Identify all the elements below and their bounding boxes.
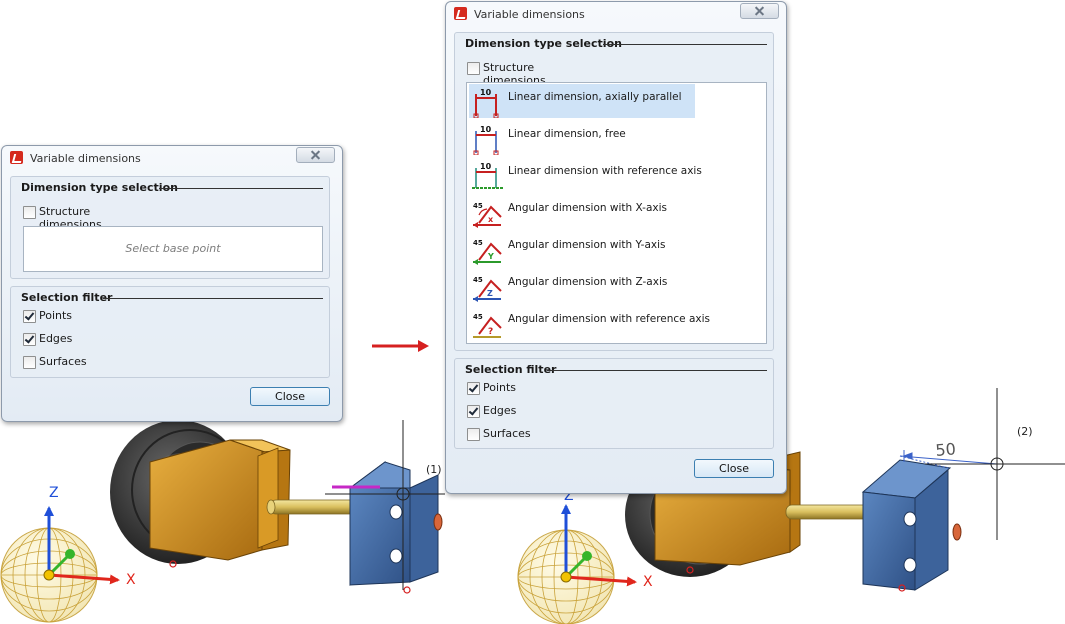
checkbox-label: Edges — [483, 404, 517, 417]
svg-text:10: 10 — [480, 162, 492, 171]
list-item-angular-z-axis[interactable]: 45 Z Angular dimension with Z-axis — [469, 269, 695, 303]
base-point-prompt-box[interactable]: Select base point — [23, 226, 323, 272]
svg-text:45: 45 — [473, 276, 483, 284]
list-item-linear-free[interactable]: 10 Linear dimension, free — [469, 121, 695, 155]
list-item-label: Angular dimension with X-axis — [508, 202, 668, 214]
list-item-angular-reference-axis[interactable]: 45 ? Angular dimension with reference ax… — [469, 306, 710, 340]
mounting-bracket[interactable] — [861, 459, 962, 591]
svg-text:45: 45 — [473, 239, 483, 247]
checkbox-box[interactable] — [23, 333, 36, 346]
checkbox-label: Surfaces — [39, 355, 87, 368]
linear-free-icon: 10 — [473, 125, 499, 155]
close-button[interactable]: Close — [250, 387, 330, 406]
selection-filter-section: Selection filter Points Edges Surfaces — [454, 358, 774, 449]
svg-text:Z: Z — [487, 289, 493, 298]
checkbox-box[interactable] — [23, 356, 36, 369]
svg-text:Y: Y — [487, 252, 494, 261]
section-title: Selection filter — [21, 291, 113, 304]
svg-text:?: ? — [488, 327, 493, 337]
section-divider — [547, 370, 767, 371]
section-title: Selection filter — [465, 363, 557, 376]
section-divider — [159, 188, 323, 189]
list-item-label: Linear dimension, axially parallel — [508, 91, 682, 103]
section-divider — [603, 44, 767, 45]
angular-reference-axis-icon: 45 ? — [473, 313, 502, 338]
svg-text:x: x — [488, 215, 494, 224]
svg-text:10: 10 — [480, 88, 492, 97]
close-button[interactable]: Close — [694, 459, 774, 478]
section-title: Dimension type selection — [21, 181, 178, 194]
list-item-angular-y-axis[interactable]: 45 Y Angular dimension with Y-axis — [469, 232, 695, 266]
checkbox-label: Points — [483, 381, 517, 394]
angular-x-axis-icon: 45 x — [473, 202, 502, 228]
section-divider — [103, 298, 323, 299]
dimension-type-list[interactable]: 10 Linear dimension, axially parallel 10… — [466, 82, 767, 344]
x-axis-label: X — [126, 572, 136, 588]
section-title: Dimension type selection — [465, 37, 622, 50]
axle-shaft — [785, 504, 871, 520]
checkbox-box[interactable] — [467, 382, 480, 395]
list-item-linear-axially-parallel[interactable]: 10 Linear dimension, axially parallel — [469, 84, 695, 118]
x-axis-label: X — [643, 574, 653, 590]
app-logo-icon — [10, 151, 23, 164]
list-item-label: Angular dimension with Z-axis — [508, 276, 668, 288]
fork-housing — [149, 439, 291, 561]
checkbox-box[interactable] — [467, 405, 480, 418]
callout-2: (2) — [1017, 425, 1033, 438]
wheel-assembly-left[interactable]: (1) — [110, 420, 445, 594]
svg-text:10: 10 — [480, 125, 492, 134]
dialog-title: Variable dimensions — [474, 8, 585, 21]
mounting-bracket[interactable] — [332, 461, 443, 586]
linear-axially-parallel-icon: 10 — [473, 88, 499, 118]
svg-text:45: 45 — [473, 313, 483, 321]
checkbox-box[interactable] — [467, 428, 480, 441]
list-item-label: Angular dimension with Y-axis — [508, 239, 666, 251]
angular-y-axis-icon: 45 Y — [473, 239, 502, 265]
svg-text:45: 45 — [473, 202, 483, 210]
variable-dimensions-dialog-small: Variable dimensions Dimension type selec… — [1, 145, 343, 422]
base-point-prompt: Select base point — [125, 242, 221, 255]
checkbox-box[interactable] — [23, 310, 36, 323]
transition-arrow — [372, 340, 429, 352]
z-axis-label: Z — [49, 485, 59, 501]
checkbox-label: Edges — [39, 332, 73, 345]
list-item-label: Angular dimension with reference axis — [508, 313, 711, 325]
list-item-label: Linear dimension with reference axis — [508, 165, 702, 177]
list-item-linear-reference-axis[interactable]: 10 Linear dimension with reference axis — [469, 158, 702, 192]
dimension-value: 50 — [935, 439, 957, 460]
list-item-angular-x-axis[interactable]: 45 x Angular dimension with X-axis — [469, 195, 695, 229]
callout-1: (1) — [426, 463, 442, 476]
checkbox-box[interactable] — [467, 62, 480, 75]
variable-dimensions-dialog-large: Variable dimensions Dimension type selec… — [445, 1, 787, 494]
checkbox-box[interactable] — [23, 206, 36, 219]
close-x-button[interactable] — [740, 3, 779, 19]
dialog-title: Variable dimensions — [30, 152, 141, 165]
title-bar[interactable]: Variable dimensions — [2, 146, 342, 170]
app-logo-icon — [454, 7, 467, 20]
list-item-label: Linear dimension, free — [508, 128, 626, 140]
selection-filter-section: Selection filter Points Edges Surfaces — [10, 286, 330, 378]
title-bar[interactable]: Variable dimensions — [446, 2, 786, 26]
angular-z-axis-icon: 45 Z — [473, 276, 502, 302]
linear-reference-axis-icon: 10 — [472, 162, 503, 189]
dimension-type-section: Dimension type selection Structure dimen… — [454, 32, 774, 351]
dimension-type-section: Dimension type selection Structure dimen… — [10, 176, 330, 279]
checkbox-label: Surfaces — [483, 427, 531, 440]
close-x-button[interactable] — [296, 147, 335, 163]
checkbox-label: Points — [39, 309, 73, 322]
